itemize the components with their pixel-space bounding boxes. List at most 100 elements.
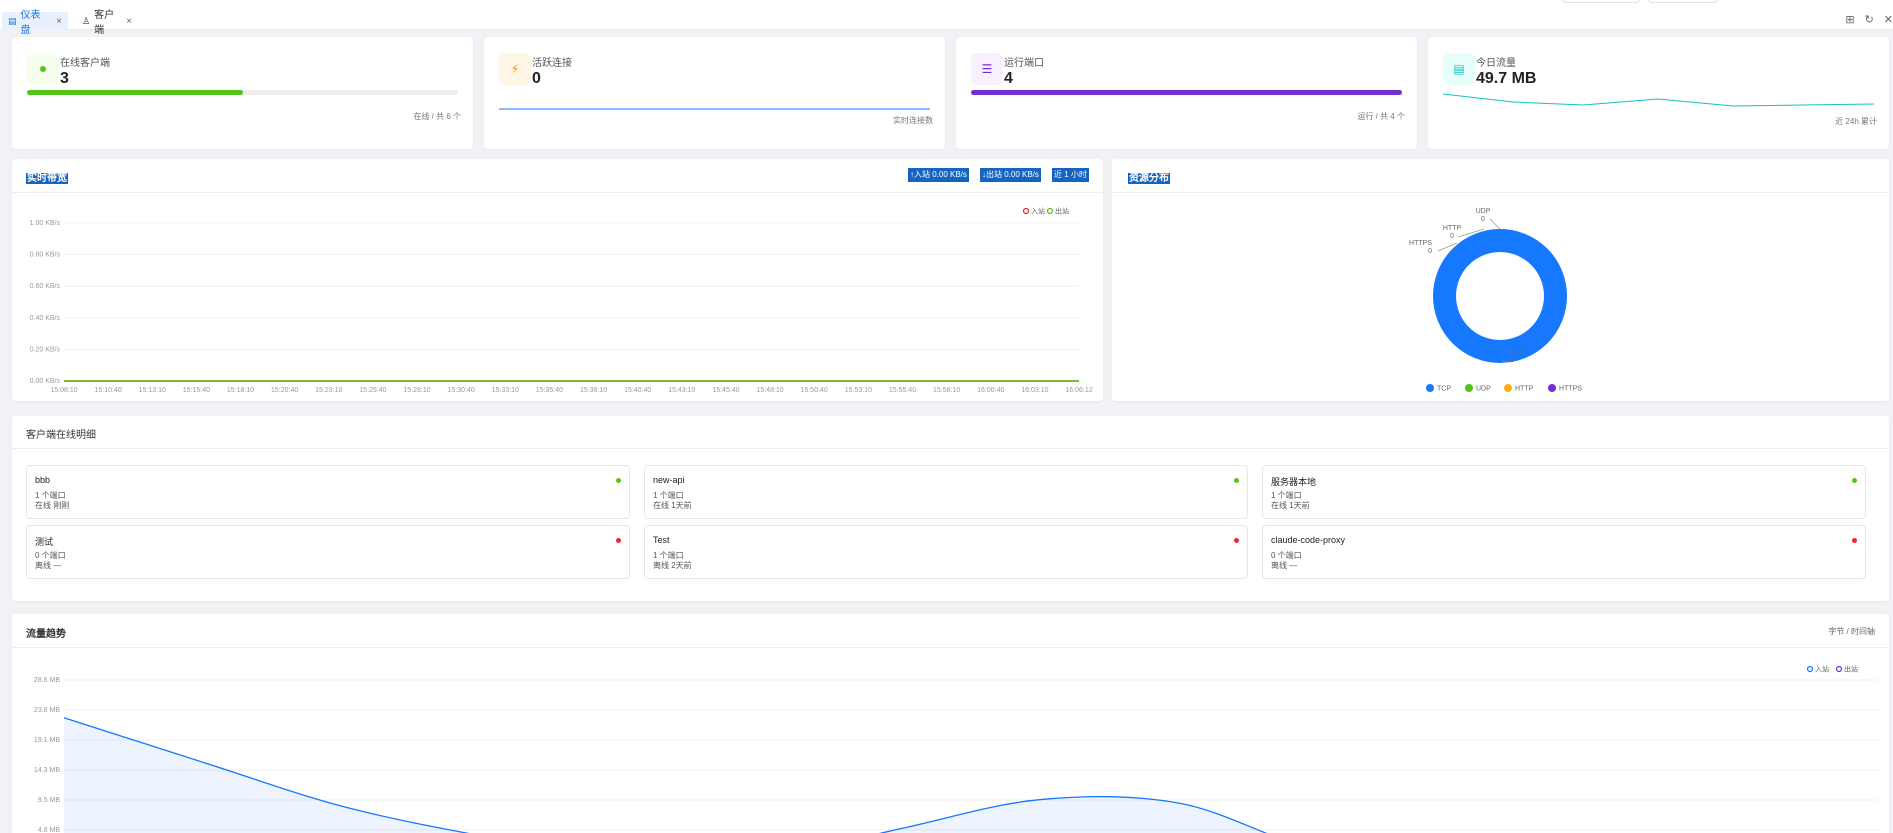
stat-card-active-connections: ⚡ 活跃连接 0 实时连接数 <box>484 37 945 149</box>
client-status: 在线 1天前 <box>1271 501 1310 510</box>
top-control-right[interactable] <box>1648 0 1718 3</box>
panel-title: 实时带宽 <box>26 173 68 184</box>
tab-bar: ▤ 仪表盘 × ♙ 客户端 × ⊞ ↻ ✕ <box>0 0 1893 36</box>
stat-foot: 在线 / 共 6 个 <box>413 112 461 121</box>
clients-panel: 客户端在线明细 bbb 1 个端口 在线 刚刚 new-api 1 个端口 在线 1天前服… <box>12 416 1889 601</box>
slice-label: HTTPS <box>1409 240 1432 247</box>
x-tick-label: 15:58:10 <box>933 387 960 394</box>
y-tick-label: 9.5 MB <box>38 797 61 804</box>
slice-label: TCP <box>1510 349 1524 356</box>
client-status: 在线 1天前 <box>653 501 692 510</box>
close-all-icon[interactable]: ✕ <box>1884 13 1893 26</box>
x-tick-label: 15:40:40 <box>624 387 651 394</box>
x-tick-label: 15:13:10 <box>139 387 166 394</box>
stat-label: 今日流量 <box>1476 58 1516 69</box>
legend-label: 入站 <box>1031 207 1045 216</box>
badge-range[interactable]: 近 1 小时 <box>1052 168 1089 182</box>
x-tick-label: 15:55:40 <box>889 387 916 394</box>
x-tick-label: 15:50:40 <box>801 387 828 394</box>
x-tick-label: 15:10:40 <box>95 387 122 394</box>
tab-dashboard[interactable]: ▤ 仪表盘 × <box>2 10 68 36</box>
close-icon[interactable]: × <box>126 16 132 27</box>
x-tick-label: 15:28:10 <box>403 387 430 394</box>
x-tick-label: 15:25:40 <box>359 387 386 394</box>
client-card[interactable]: 服务器本地 1 个端口 在线 1天前 <box>1262 465 1866 519</box>
x-tick-label: 15:15:40 <box>183 387 210 394</box>
x-tick-label: 15:33:10 <box>492 387 519 394</box>
traffic-chart: 04.8 MB9.5 MB14.3 MB19.1 MB23.8 MB28.6 M… <box>34 665 1878 833</box>
panel-title: 流量趋势 <box>26 629 66 640</box>
client-card[interactable]: Test 1 个端口 离线 2天前 <box>644 525 1248 579</box>
client-status: 离线 2天前 <box>653 561 692 570</box>
status-dot-icon <box>616 538 621 543</box>
legend-label: HTTP <box>1515 386 1534 393</box>
legend-label: HTTPS <box>1559 386 1582 393</box>
x-tick-label: 15:43:10 <box>668 387 695 394</box>
y-tick-label: 23.8 MB <box>34 707 60 714</box>
legend-marker <box>1548 384 1556 392</box>
panel-title: 客户端在线明细 <box>26 430 96 441</box>
x-tick-label: 15:48:10 <box>756 387 783 394</box>
slice-value: 0 <box>1450 233 1454 240</box>
stat-label: 活跃连接 <box>532 58 572 69</box>
badge-inbound: ↑入站 0.00 KB/s <box>908 168 969 182</box>
status-dot-icon <box>616 478 621 483</box>
y-tick-label: 0.80 KB/s <box>30 252 61 259</box>
y-tick-label: 0.20 KB/s <box>30 346 61 353</box>
client-card[interactable]: bbb 1 个端口 在线 刚刚 <box>26 465 630 519</box>
stat-value: 49.7 MB <box>1476 70 1537 87</box>
slice-value: 4 <box>1510 357 1514 364</box>
progress-fill <box>971 90 1402 95</box>
client-name: Test <box>653 535 670 545</box>
client-status: 在线 刚刚 <box>35 501 70 510</box>
legend-marker <box>1426 384 1434 392</box>
tab-clients-label: 客户端 <box>94 10 115 36</box>
y-tick-label: 1.00 KB/s <box>30 220 61 227</box>
dashboard-icon: ▤ <box>8 15 17 26</box>
sparkline <box>499 108 930 110</box>
refresh-icon[interactable]: ↻ <box>1865 13 1874 26</box>
client-name: bbb <box>35 475 51 485</box>
tab-tools: ⊞ ↻ ✕ <box>1845 13 1893 26</box>
bandwidth-chart: 0.00 KB/s 0.20 KB/s 0.40 KB/s 0.60 KB/s 0.80… <box>30 207 1093 395</box>
x-tick-label: 16:03:10 <box>1021 387 1048 394</box>
stat-foot: 实时连接数 <box>893 116 933 125</box>
tab-clients[interactable]: ♙ 客户端 × <box>76 10 138 36</box>
grid-icon[interactable]: ⊞ <box>1845 13 1854 26</box>
progress-fill <box>27 90 243 95</box>
x-tick-label: 15:20:40 <box>271 387 298 394</box>
tab-dashboard-label: 仪表盘 <box>20 10 41 36</box>
slice-label: HTTP <box>1443 225 1462 232</box>
progress-bar <box>971 90 1402 95</box>
stat-foot: 近 24h 累计 <box>1835 117 1877 126</box>
stat-value: 0 <box>532 70 541 87</box>
y-tick-label: 4.8 MB <box>38 827 61 833</box>
client-card[interactable]: claude-code-proxy 0 个端口 离线 — <box>1262 525 1866 579</box>
stat-value: 3 <box>60 70 69 87</box>
x-tick-label: 15:38:10 <box>580 387 607 394</box>
legend-label: UDP <box>1476 386 1491 393</box>
badge-outbound: ↓出站 0.00 KB/s <box>980 168 1041 182</box>
stat-card-running-ports: ☰ 运行端口 4 运行 / 共 4 个 <box>956 37 1417 149</box>
legend-label: 出站 <box>1055 207 1069 216</box>
x-tick-label: 15:08:10 <box>50 387 77 394</box>
client-name: 测试 <box>35 537 54 547</box>
client-card[interactable]: 测试 0 个端口 离线 — <box>26 525 630 579</box>
top-control-left[interactable] <box>1562 0 1640 3</box>
legend-label: TCP <box>1437 386 1451 393</box>
sparkline <box>1443 93 1874 107</box>
slice-label: UDP <box>1476 208 1491 215</box>
client-card[interactable]: new-api 1 个端口 在线 1天前 <box>644 465 1248 519</box>
stat-card-online-clients: 在线客户端 3 在线 / 共 6 个 <box>12 37 473 149</box>
close-icon[interactable]: × <box>56 16 62 27</box>
progress-bar <box>27 90 458 95</box>
user-icon: ♙ <box>82 15 91 26</box>
client-name: new-api <box>653 475 685 485</box>
client-status: 离线 — <box>1271 561 1298 570</box>
legend-marker <box>1465 384 1473 392</box>
status-dot-icon <box>1234 478 1239 483</box>
x-tick-label: 15:30:40 <box>448 387 475 394</box>
legend-marker <box>1504 384 1512 392</box>
traffic-panel: 流量趋势 字节 / 时间轴 04.8 MB9.5 MB14.3 MB19.1 M… <box>12 614 1889 833</box>
series-area <box>64 717 1266 833</box>
